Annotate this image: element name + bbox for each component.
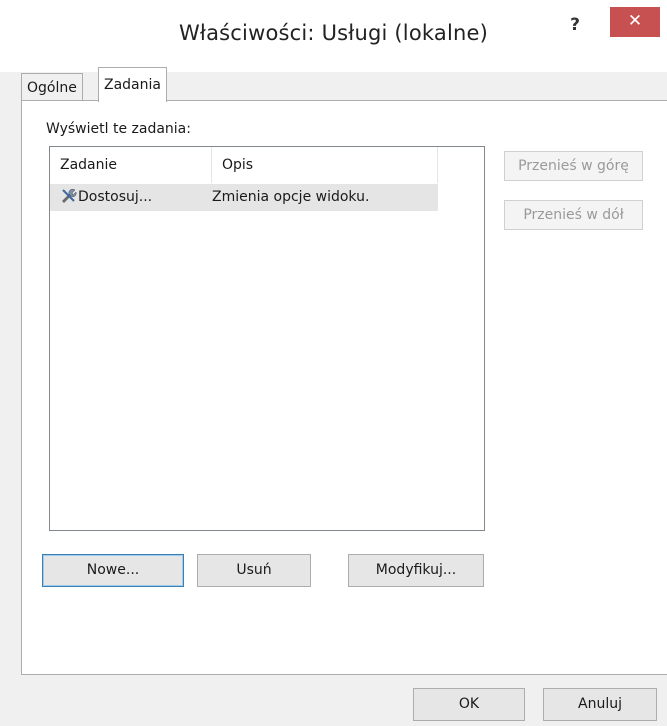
move-up-button[interactable]: Przenieś w górę bbox=[504, 151, 643, 181]
new-task-button[interactable]: Nowe... bbox=[42, 554, 184, 587]
close-button[interactable]: ✕ bbox=[610, 7, 660, 37]
tasks-list[interactable]: Zadanie Opis Dostosuj... Zmienia opcje w… bbox=[49, 146, 485, 531]
task-name-cell: Dostosuj... bbox=[60, 184, 152, 211]
move-down-button[interactable]: Przenieś w dół bbox=[504, 200, 643, 230]
column-header-description[interactable]: Opis bbox=[212, 147, 438, 183]
task-name-text: Dostosuj... bbox=[78, 189, 153, 205]
help-button[interactable]: ? bbox=[560, 10, 590, 40]
tab-zadania[interactable]: Zadania bbox=[98, 67, 167, 102]
tools-icon bbox=[62, 188, 77, 203]
tasks-label: Wyświetl te zadania: bbox=[46, 121, 191, 137]
tab-panel: Wyświetl te zadania: Zadanie Opis Dostos… bbox=[21, 100, 667, 675]
task-description: Zmienia opcje widoku. bbox=[212, 189, 370, 205]
tab-ogolne[interactable]: Ogólne bbox=[21, 73, 83, 102]
list-header: Zadanie Opis bbox=[50, 147, 438, 183]
delete-button[interactable]: Usuń bbox=[197, 554, 311, 587]
close-icon: ✕ bbox=[627, 11, 643, 31]
title-bar: Właściwości: Usługi (lokalne) ? ✕ bbox=[0, 0, 667, 72]
modify-button[interactable]: Modyfikuj... bbox=[348, 554, 484, 587]
list-item[interactable]: Dostosuj... Zmienia opcje widoku. bbox=[50, 184, 438, 211]
cancel-button[interactable]: Anuluj bbox=[543, 688, 657, 721]
ok-button[interactable]: OK bbox=[413, 688, 525, 721]
column-header-task[interactable]: Zadanie bbox=[50, 147, 212, 183]
